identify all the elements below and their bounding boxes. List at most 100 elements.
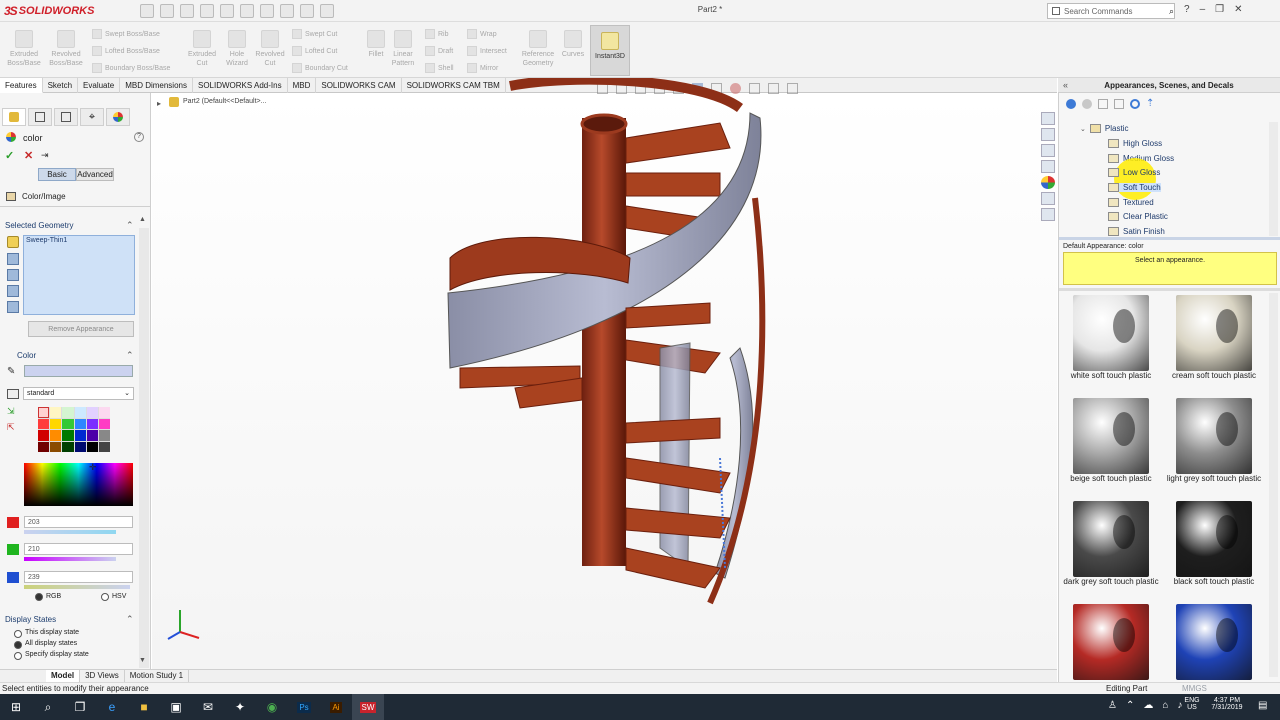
appearances-icon[interactable] <box>1041 176 1055 189</box>
selected-geometry-list[interactable] <box>23 235 135 315</box>
language-indicator[interactable]: ENG US <box>1184 697 1200 711</box>
close-button[interactable]: ✕ <box>1234 4 1242 15</box>
edge-browser-icon[interactable]: e <box>96 694 128 720</box>
red-slider[interactable] <box>24 530 116 534</box>
feature-tree-breadcrumb[interactable]: Part2 (Default<<Default>... <box>183 98 266 105</box>
color-heading[interactable]: Color <box>17 351 36 360</box>
all-display-states-radio[interactable] <box>14 641 22 649</box>
task-view-icon[interactable]: ❐ <box>64 694 96 720</box>
curves-button[interactable]: Curves <box>559 30 587 59</box>
spiral-staircase-model[interactable] <box>420 78 780 608</box>
feature-manager-tab[interactable] <box>2 108 26 126</box>
filter-bodies-icon[interactable] <box>7 253 19 265</box>
swept-boss-button[interactable]: Swept Boss/Base <box>92 29 160 39</box>
add-swatch-icon[interactable]: ⇲ <box>7 406 15 417</box>
chevron-up-icon[interactable]: ⌃ <box>1126 700 1134 711</box>
extruded-cut-button[interactable]: Extruded Cut <box>183 30 221 68</box>
refresh-icon[interactable] <box>1130 98 1140 109</box>
search-icon[interactable]: ⌕ <box>1169 6 1174 17</box>
restore-button[interactable]: ❐ <box>1215 4 1224 15</box>
splitter[interactable] <box>1059 288 1280 291</box>
home-icon[interactable] <box>1041 112 1055 125</box>
red-value-input[interactable]: 203 <box>24 516 133 528</box>
scroll-down-arrow-icon[interactable]: ▼ <box>139 657 146 664</box>
blue-slider[interactable] <box>24 585 130 589</box>
appearance-swatch[interactable] <box>1176 501 1252 577</box>
lofted-cut-button[interactable]: Lofted Cut <box>292 46 337 56</box>
advanced-tab[interactable]: Advanced <box>76 168 114 181</box>
revolved-cut-button[interactable]: Revolved Cut <box>252 30 288 68</box>
rgb-radio[interactable] <box>35 593 43 601</box>
search-icon[interactable]: ⌕ <box>32 694 64 720</box>
chrome-icon[interactable]: ◉ <box>256 694 288 720</box>
custom-properties-icon[interactable] <box>1041 192 1055 205</box>
help-button[interactable]: ? <box>1184 4 1190 15</box>
tab-motion-study-1[interactable]: Motion Study 1 <box>125 670 190 682</box>
tab-features[interactable]: Features <box>0 78 43 93</box>
swatch-grid[interactable] <box>38 407 110 452</box>
forward-icon[interactable] <box>1082 98 1092 109</box>
onedrive-icon[interactable]: ☁ <box>1143 700 1153 711</box>
collapse-chevron-icon[interactable]: ⌃ <box>126 350 134 361</box>
configuration-manager-tab[interactable] <box>54 108 78 126</box>
tab-mbd[interactable]: MBD <box>288 78 317 93</box>
this-display-state-radio[interactable] <box>14 630 22 638</box>
tree-item-satin-finish[interactable]: Satin Finish <box>1108 227 1165 236</box>
file-properties-icon[interactable] <box>300 4 314 18</box>
display-manager-tab[interactable] <box>106 108 130 126</box>
select-icon[interactable] <box>260 4 274 18</box>
help-icon[interactable]: ? <box>134 132 144 142</box>
filter-parts-icon[interactable] <box>7 236 19 248</box>
tab-model[interactable]: Model <box>46 670 81 682</box>
print-icon[interactable] <box>220 4 234 18</box>
geometry-item-sweep-thin1[interactable]: Sweep-Thin1 <box>26 237 67 244</box>
palette-dropdown[interactable]: standard ⌄ <box>23 387 134 400</box>
specify-display-state-radio[interactable] <box>14 652 22 660</box>
illustrator-icon[interactable]: Ai <box>320 694 352 720</box>
hole-wizard-button[interactable]: Hole Wizard <box>220 30 254 68</box>
tree-scrollbar[interactable] <box>1269 122 1278 236</box>
mirror-button[interactable]: Mirror <box>467 63 498 73</box>
swatch-scrollbar[interactable] <box>1269 293 1278 677</box>
reference-geometry-button[interactable]: Reference Geometry <box>518 30 558 68</box>
view-palette-icon[interactable] <box>1041 160 1055 173</box>
solidworks-logo[interactable]: 3S SOLIDWORKS <box>4 3 94 19</box>
intersect-button[interactable]: Intersect <box>467 46 507 56</box>
expand-tree-arrow-icon[interactable]: ▸ <box>157 99 161 108</box>
tab-evaluate[interactable]: Evaluate <box>78 78 121 93</box>
tab-solidworks-cam[interactable]: SOLIDWORKS CAM <box>316 78 402 93</box>
solidworks-taskbar-icon[interactable]: SW <box>352 694 384 720</box>
store-icon[interactable]: ▣ <box>160 694 192 720</box>
add-folder-icon[interactable] <box>1114 98 1124 109</box>
filter-features-icon[interactable] <box>7 269 19 281</box>
eyedropper-icon[interactable]: ✎ <box>7 366 15 377</box>
basic-tab[interactable]: Basic <box>38 168 76 181</box>
appearance-swatch[interactable] <box>1073 604 1149 680</box>
tree-item-high-gloss[interactable]: High Gloss <box>1108 139 1162 148</box>
boundary-cut-button[interactable]: Boundary Cut <box>292 63 348 73</box>
green-value-input[interactable]: 210 <box>24 543 133 555</box>
rib-button[interactable]: Rib <box>425 29 449 39</box>
tree-folder-plastic[interactable]: ⌄ Plastic <box>1080 124 1128 133</box>
notifications-icon[interactable]: ▤ <box>1258 700 1267 711</box>
appearance-swatch[interactable] <box>1176 398 1252 474</box>
display-states-heading[interactable]: Display States <box>5 615 56 624</box>
scroll-up-arrow-icon[interactable]: ▲ <box>139 216 149 223</box>
file-explorer-icon[interactable]: ■ <box>128 694 160 720</box>
instant3d-button[interactable]: Instant3D <box>590 25 630 76</box>
boundary-boss-button[interactable]: Boundary Boss/Base <box>92 63 170 73</box>
selected-geometry-heading[interactable]: Selected Geometry <box>5 221 73 230</box>
options-icon[interactable] <box>320 4 334 18</box>
home-icon[interactable] <box>140 4 154 18</box>
people-icon[interactable]: ♙ <box>1108 700 1117 711</box>
revolved-boss-button[interactable]: Revolved Boss/Base <box>46 30 86 68</box>
pm-scrollbar[interactable] <box>139 228 149 668</box>
mail-icon[interactable]: ✉ <box>192 694 224 720</box>
appearance-swatch[interactable] <box>1073 398 1149 474</box>
open-icon[interactable] <box>180 4 194 18</box>
blue-value-input[interactable]: 239 <box>24 571 133 583</box>
linear-pattern-button[interactable]: Linear Pattern <box>389 30 417 68</box>
network-icon[interactable]: ⌂ <box>1162 700 1168 711</box>
tab-3d-views[interactable]: 3D Views <box>80 670 125 682</box>
shell-button[interactable]: Shell <box>425 63 454 73</box>
